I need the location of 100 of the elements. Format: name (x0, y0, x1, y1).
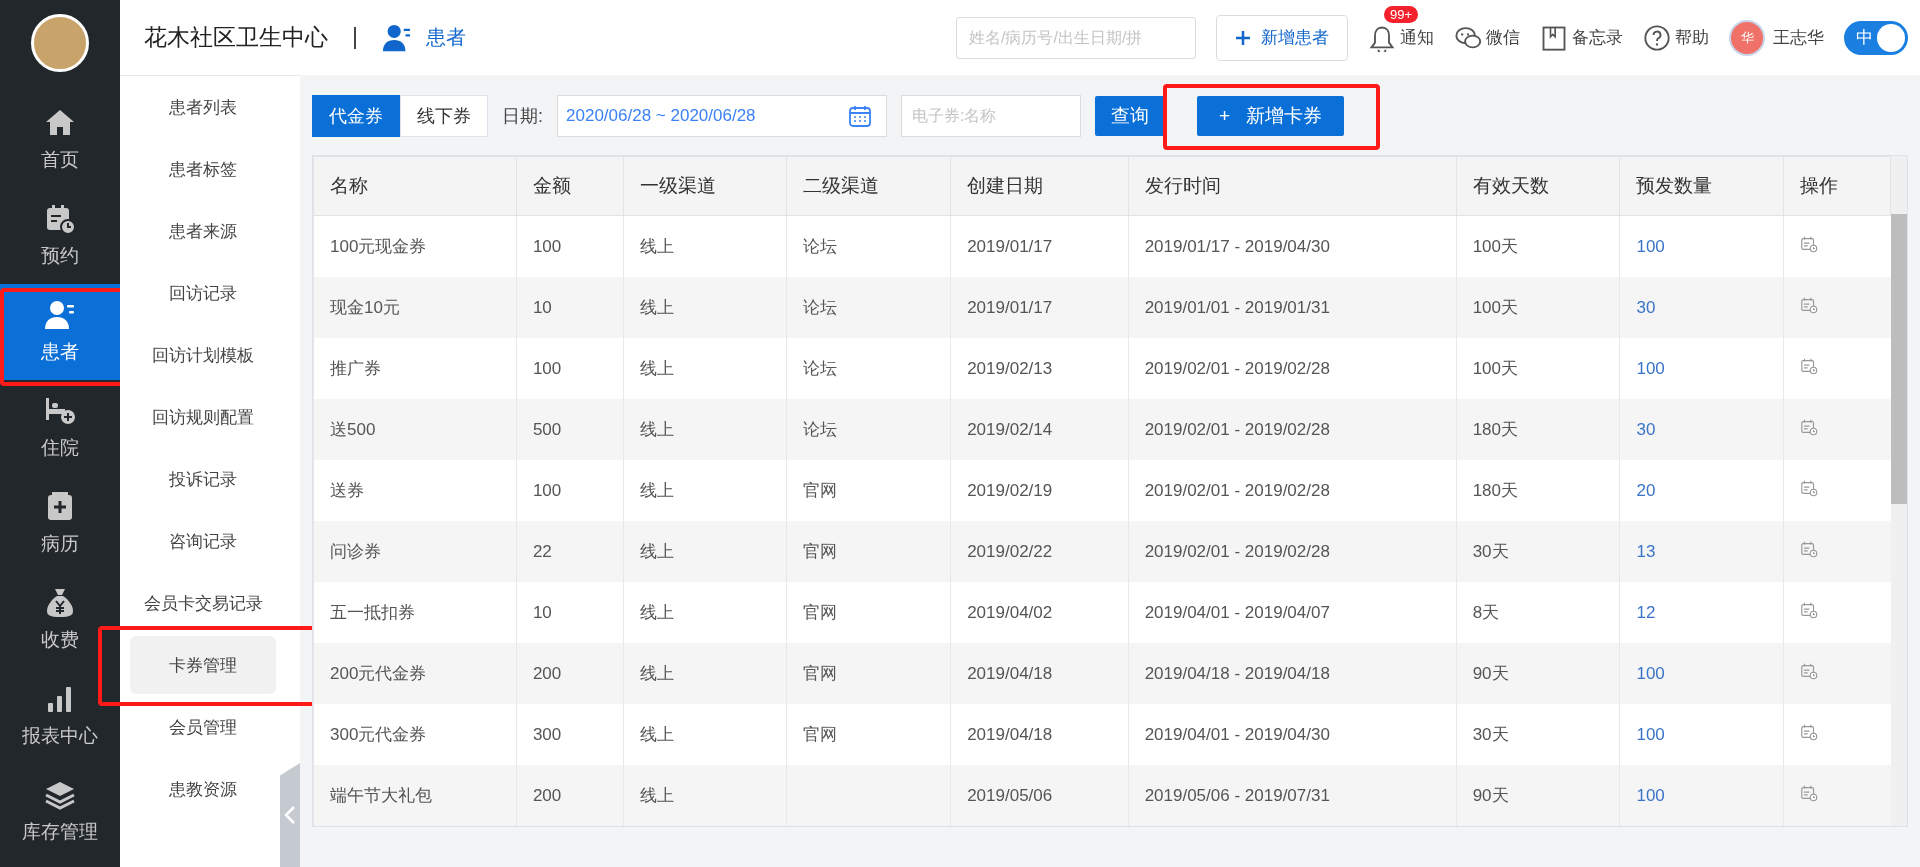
table-cell: 官网 (803, 481, 838, 500)
nav-item[interactable]: 预约 (0, 188, 120, 284)
collapse-handle[interactable] (280, 763, 300, 867)
table-cell: 送500 (330, 420, 376, 439)
nav-item[interactable]: 报表中心 (0, 668, 120, 764)
table-cell: 100元现金券 (330, 237, 427, 256)
submenu-item[interactable]: 卡券管理 (130, 636, 276, 694)
schedule-button[interactable] (1800, 479, 1819, 497)
table-cell: 100 (532, 236, 562, 256)
query-button[interactable]: 查询 (1095, 96, 1165, 136)
table-cell: 论坛 (803, 237, 838, 256)
calendar-clock-icon (1800, 479, 1819, 497)
schedule-button[interactable] (1800, 418, 1819, 436)
table-cell: 官网 (803, 664, 838, 683)
schedule-button[interactable] (1800, 357, 1819, 375)
add-patient-button[interactable]: 新增患者 (1216, 14, 1348, 61)
submenu-item[interactable]: 患者列表 (130, 78, 276, 136)
quantity-link[interactable]: 30 (1636, 297, 1656, 317)
submenu-item[interactable]: 回访计划模板 (130, 326, 276, 384)
quantity-link[interactable]: 12 (1636, 602, 1656, 622)
calendar-icon (848, 104, 872, 128)
table-cell: 2019/04/18 (967, 724, 1053, 744)
table-cell: 2019/01/17 (967, 297, 1053, 317)
user-name[interactable]: 王志华 (1773, 26, 1824, 49)
table-cell: 线上 (639, 237, 674, 256)
schedule-button[interactable] (1800, 784, 1819, 802)
calendar-clock-icon (1800, 540, 1819, 558)
quantity-link[interactable]: 100 (1636, 236, 1665, 256)
table-cell: 2019/02/01 - 2019/02/28 (1144, 358, 1330, 378)
submenu-item[interactable]: 投诉记录 (130, 450, 276, 508)
toolbar-item[interactable]: 帮助 (1643, 23, 1709, 52)
name-search-field[interactable]: 电子券:名称 (901, 95, 1081, 137)
table-cell: 2019/05/06 (967, 785, 1053, 805)
schedule-button[interactable] (1800, 235, 1819, 253)
submenu-item[interactable]: 患教资源 (130, 760, 276, 818)
quantity-link[interactable]: 100 (1636, 358, 1665, 378)
table-cell: 论坛 (803, 359, 838, 378)
toolbar-item[interactable]: 备忘录 (1540, 23, 1623, 52)
submenu-item[interactable]: 回访记录 (130, 264, 276, 322)
submenu-item[interactable]: 回访规则配置 (130, 388, 276, 446)
search-field[interactable]: 姓名/病历号/出生日期/拼 (956, 16, 1196, 59)
table-cell: 端午节大礼包 (330, 786, 432, 805)
table-cell: 200 (532, 785, 562, 805)
nav-item[interactable]: 库存管理 (0, 764, 120, 860)
layers-icon (44, 779, 76, 811)
nav-item[interactable]: 病历 (0, 476, 120, 572)
column-header: 预发数量 (1619, 156, 1784, 216)
table-cell: 官网 (803, 725, 838, 744)
schedule-button[interactable] (1800, 601, 1819, 619)
submenu-item[interactable]: 患者标签 (130, 140, 276, 198)
table-cell: 线上 (639, 298, 674, 317)
quantity-link[interactable]: 13 (1636, 541, 1656, 561)
date-range-field[interactable]: 2020/06/28 ~ 2020/06/28 (557, 95, 887, 137)
quantity-link[interactable]: 30 (1636, 419, 1656, 439)
separator (354, 26, 356, 49)
quantity-link[interactable]: 20 (1636, 480, 1656, 500)
nav-item[interactable]: 患者 (0, 284, 120, 380)
schedule-button[interactable] (1800, 723, 1819, 741)
column-header: 金额 (516, 156, 624, 216)
add-coupon-button[interactable]: + 新增卡券 (1197, 96, 1345, 136)
language-toggle[interactable]: 中 (1844, 20, 1908, 55)
table-cell: 2019/01/17 - 2019/04/30 (1144, 236, 1330, 256)
table-cell: 2019/04/01 - 2019/04/30 (1144, 724, 1330, 744)
table-cell: 送券 (330, 481, 364, 500)
scrollbar-thumb[interactable] (1891, 214, 1907, 504)
coupon-tab[interactable]: 代金券 (312, 95, 400, 137)
nav-item[interactable]: 首页 (0, 92, 120, 188)
table-cell: 2019/01/01 - 2019/01/31 (1144, 297, 1330, 317)
calendar-clock-icon (1800, 296, 1819, 314)
table-cell: 2019/02/01 - 2019/02/28 (1144, 541, 1330, 561)
table-cell: 90天 (1472, 664, 1509, 683)
table-cell: 10 (532, 297, 552, 317)
schedule-button[interactable] (1800, 662, 1819, 680)
coupon-tab[interactable]: 线下券 (400, 95, 488, 137)
table-cell: 线上 (639, 481, 674, 500)
quantity-link[interactable]: 100 (1636, 663, 1665, 683)
nav-item[interactable]: 住院 (0, 380, 120, 476)
submenu-item[interactable]: 会员管理 (130, 698, 276, 756)
table-cell: 2019/02/14 (967, 419, 1053, 439)
table-cell: 问诊券 (330, 542, 381, 561)
calendar-clock-icon (44, 203, 76, 235)
table-cell: 2019/02/19 (967, 480, 1053, 500)
schedule-button[interactable] (1800, 540, 1819, 558)
quantity-link[interactable]: 100 (1636, 724, 1665, 744)
toolbar-item[interactable]: 通知 (1368, 23, 1434, 52)
table-cell: 2019/02/13 (967, 358, 1053, 378)
table-cell: 100 (532, 480, 562, 500)
submenu-item[interactable]: 会员卡交易记录 (130, 574, 276, 632)
submenu-item[interactable]: 患者来源 (130, 202, 276, 260)
table-cell: 300 (532, 724, 562, 744)
table-cell: 22 (532, 541, 552, 561)
table-cell: 线上 (639, 359, 674, 378)
submenu-item[interactable]: 咨询记录 (130, 512, 276, 570)
table-cell: 100 (532, 358, 562, 378)
quantity-link[interactable]: 100 (1636, 785, 1665, 805)
calendar-clock-icon (1800, 784, 1819, 802)
schedule-button[interactable] (1800, 296, 1819, 314)
toolbar-item[interactable]: 微信 (1454, 23, 1520, 52)
nav-item[interactable]: 收费 (0, 572, 120, 668)
column-header: 二级渠道 (786, 156, 951, 216)
